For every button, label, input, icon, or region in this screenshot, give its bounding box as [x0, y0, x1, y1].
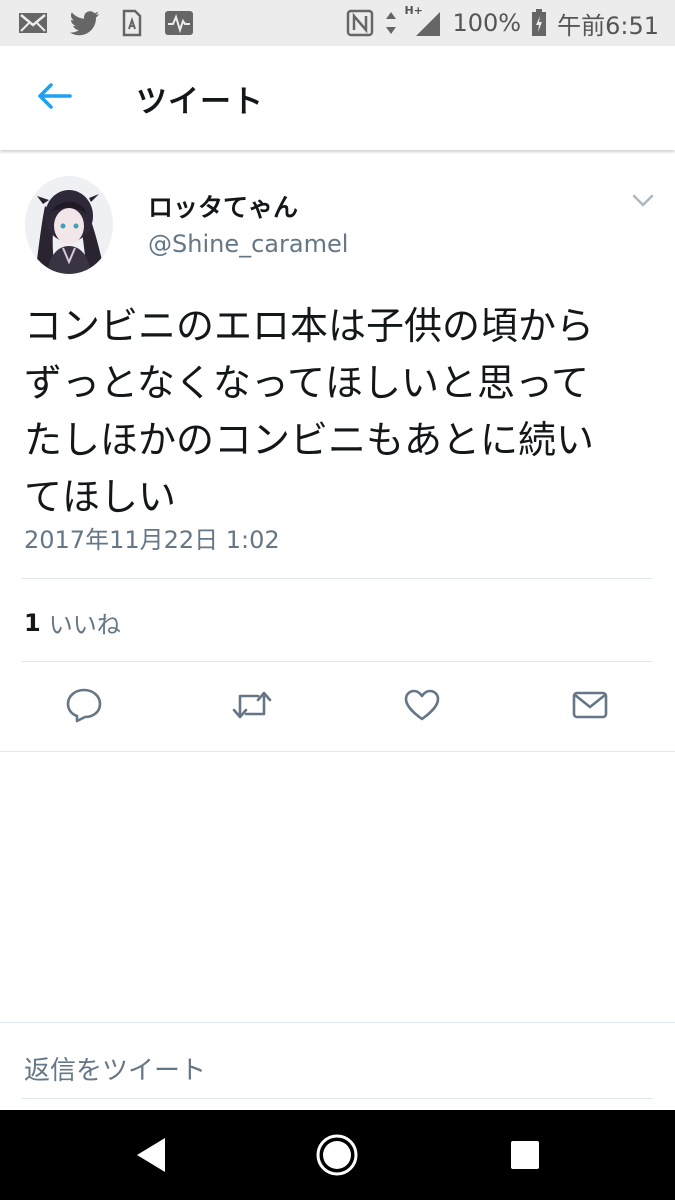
divider	[0, 751, 675, 752]
activity-icon	[164, 10, 194, 36]
tweet-timestamp: 2017年11月22日 1:02	[24, 526, 280, 554]
home-circle-icon	[315, 1133, 359, 1181]
likes-label: いいね	[48, 611, 121, 639]
mail-icon	[18, 11, 48, 35]
author-name[interactable]: ロッタてゃん	[148, 188, 298, 224]
retweet-button[interactable]	[230, 685, 274, 729]
share-button[interactable]	[568, 685, 612, 729]
nav-recents-button[interactable]	[503, 1135, 547, 1179]
reply-input-underline	[22, 1098, 653, 1099]
reply-button[interactable]	[62, 685, 106, 729]
tweet-options-button[interactable]	[628, 190, 658, 214]
navigation-bar	[0, 1110, 675, 1200]
network-type-label: H+	[404, 4, 423, 17]
divider	[22, 661, 653, 662]
page-title: ツイート	[136, 83, 264, 120]
reply-icon	[65, 687, 103, 727]
reply-input[interactable]: 返信をツイート	[24, 1050, 206, 1087]
tweet-text: コンビニのエロ本は子供の頃から ずっとなくなってほしいと思って たしほかのコンビ…	[24, 304, 595, 519]
likes-count: 1	[24, 608, 41, 637]
battery-percent: 100%	[452, 9, 522, 37]
signal-icon: H+	[404, 4, 442, 38]
twitter-bird-icon	[70, 10, 100, 36]
arrow-left-icon	[36, 82, 72, 114]
triangle-back-icon	[133, 1136, 167, 1178]
envelope-icon	[571, 689, 609, 725]
nav-home-button[interactable]	[315, 1133, 359, 1181]
like-button[interactable]	[400, 685, 444, 729]
app-header: ツイート	[0, 46, 675, 150]
data-arrows-icon	[384, 10, 398, 36]
status-bar-system: H+ 100% 午前6:51	[346, 4, 659, 41]
nav-back-button[interactable]	[128, 1135, 172, 1179]
back-button[interactable]	[0, 46, 108, 150]
clock: 午前6:51	[557, 11, 659, 40]
avatar[interactable]	[25, 176, 113, 274]
sim-icon	[122, 9, 142, 37]
divider	[0, 1022, 675, 1023]
square-recents-icon	[509, 1139, 541, 1175]
tweet-author-row: ロッタてゃん @Shine_caramel	[0, 150, 675, 280]
divider	[22, 578, 653, 579]
heart-icon	[403, 688, 441, 726]
likes-summary[interactable]: 1 いいね	[24, 605, 121, 640]
tweet-detail: ロッタてゃん @Shine_caramel コンビニのエロ本は子供の頃から ずっ…	[0, 150, 675, 752]
battery-icon	[531, 9, 547, 37]
author-handle[interactable]: @Shine_caramel	[148, 230, 348, 258]
retweet-icon	[230, 688, 274, 726]
chevron-down-icon	[632, 193, 654, 212]
status-bar: H+ 100% 午前6:51	[0, 0, 675, 46]
status-bar-notifications	[18, 9, 194, 37]
nfc-icon	[346, 9, 374, 37]
